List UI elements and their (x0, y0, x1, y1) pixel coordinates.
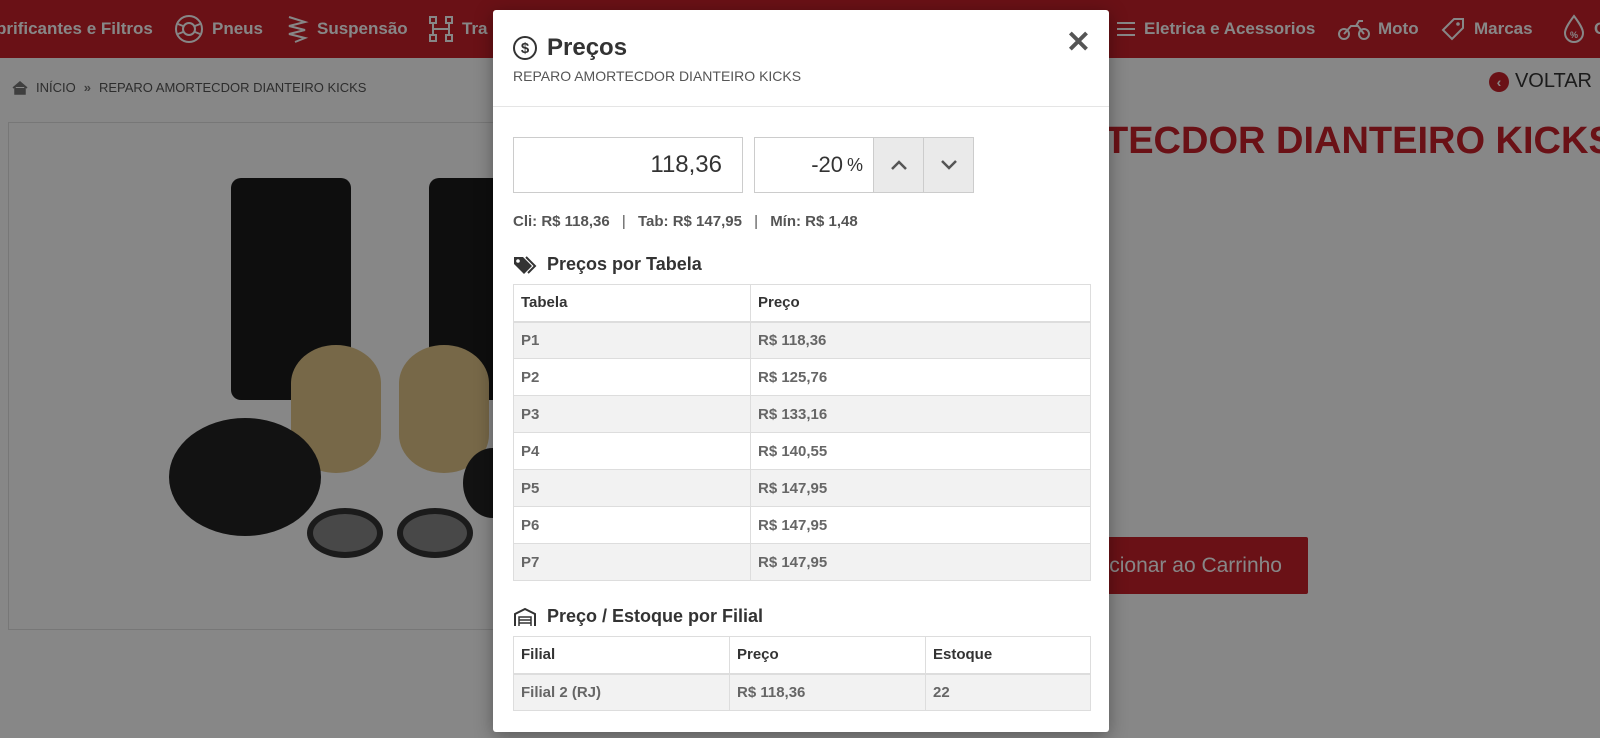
table-row: P3 R$ 133,16 (513, 395, 1091, 433)
branch-table: Filial Preço Estoque Filial 2 (RJ) R$ 11… (513, 636, 1091, 711)
table-cell: P4 (513, 432, 751, 470)
close-icon[interactable]: ✕ (1066, 28, 1091, 58)
table-cell: P6 (513, 506, 751, 544)
table-cell: R$ 133,16 (750, 395, 1091, 433)
decrease-button[interactable] (923, 138, 973, 192)
modal-title: $ Preços (513, 34, 627, 62)
table-row: P4 R$ 140,55 (513, 432, 1091, 470)
price-table: Tabela Preço P1 R$ 118,36 P2 R$ 125,76 P3 R… (513, 284, 1091, 581)
branch-section-title: Preço / Estoque por Filial (547, 606, 764, 626)
discount-group: -20 % (754, 137, 974, 193)
discount-unit: % (846, 154, 863, 175)
table-cell: P5 (513, 469, 751, 507)
increase-button[interactable] (873, 138, 923, 192)
table-cell: Filial 2 (RJ) (513, 673, 730, 711)
table-row: P6 R$ 147,95 (513, 506, 1091, 544)
dollar-circle-icon: $ (513, 36, 537, 60)
table-cell: P2 (513, 358, 751, 396)
modal-subtitle: REPARO AMORTECDOR DIANTEIRO KICKS (513, 68, 802, 84)
table-cell: 22 (925, 673, 1091, 711)
table-row: P7 R$ 147,95 (513, 543, 1091, 581)
min-price: Mín: R$ 1,48 (770, 213, 858, 230)
chevron-up-icon (890, 160, 907, 170)
table-row: P1 R$ 118,36 (513, 321, 1091, 359)
chevron-down-icon (940, 160, 957, 170)
table-row: Filial 2 (RJ) R$ 118,36 22 (513, 673, 1091, 711)
table-row: P5 R$ 147,95 (513, 469, 1091, 507)
branch-section-heading: Preço / Estoque por Filial (513, 606, 763, 627)
table-price: Tab: R$ 147,95 (637, 213, 742, 230)
tables-section-heading: Preços por Tabela (513, 254, 702, 275)
table-cell: R$ 125,76 (750, 358, 1091, 396)
table-cell: R$ 147,95 (750, 469, 1091, 507)
column-header: Filial (513, 636, 730, 675)
discount-value: -20 (811, 152, 843, 177)
price-input[interactable] (513, 137, 743, 193)
column-header: Estoque (925, 636, 1091, 675)
column-header: Preço (750, 284, 1091, 323)
prices-modal: $ Preços REPARO AMORTECDOR DIANTEIRO KIC… (493, 10, 1109, 732)
modal-header: $ Preços REPARO AMORTECDOR DIANTEIRO KIC… (493, 10, 1109, 107)
summary-divider: | (754, 213, 759, 230)
column-header: Preço (729, 636, 926, 675)
modal-title-text: Preços (547, 34, 628, 61)
summary-divider: | (621, 213, 626, 230)
table-cell: P3 (513, 395, 751, 433)
table-header-row: Filial Preço Estoque (513, 636, 1091, 675)
table-cell: R$ 140,55 (750, 432, 1091, 470)
table-cell: R$ 118,36 (750, 321, 1091, 359)
table-row: P2 R$ 125,76 (513, 358, 1091, 396)
price-editor: -20 % (513, 137, 974, 193)
tables-section-title: Preços por Tabela (547, 254, 702, 274)
table-cell: R$ 147,95 (750, 506, 1091, 544)
table-cell: P7 (513, 543, 751, 581)
price-summary: Cli: R$ 118,36 | Tab: R$ 147,95 | Mín: R… (513, 213, 858, 230)
discount-input[interactable]: -20 % (755, 138, 873, 192)
column-header: Tabela (513, 284, 751, 323)
table-cell: R$ 147,95 (750, 543, 1091, 581)
table-cell: R$ 118,36 (729, 673, 926, 711)
table-cell: P1 (513, 321, 751, 359)
table-header-row: Tabela Preço (513, 284, 1091, 323)
client-price: Cli: R$ 118,36 (513, 213, 610, 230)
tags-icon (514, 255, 537, 274)
warehouse-icon (514, 607, 536, 626)
